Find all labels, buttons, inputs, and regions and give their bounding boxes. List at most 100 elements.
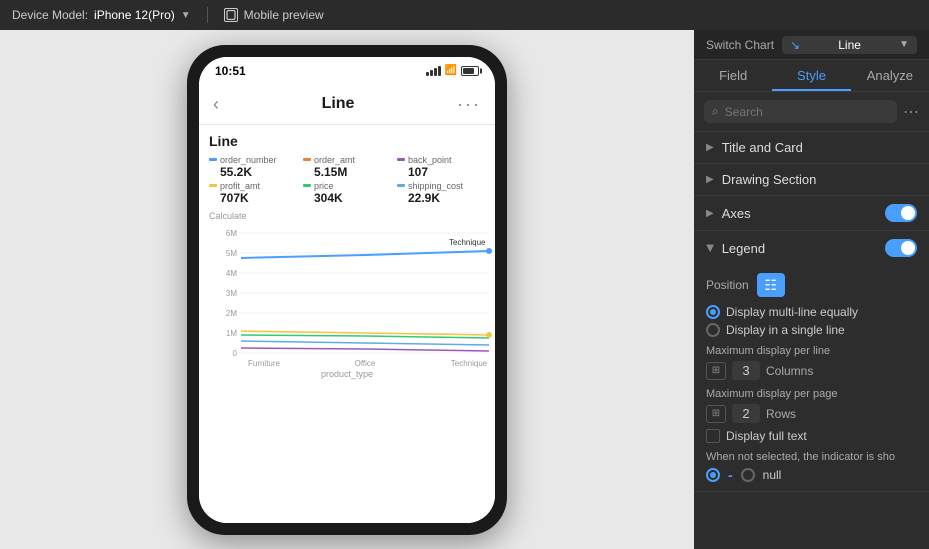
phone-screen: 10:51 📶 [199, 57, 495, 523]
radio-multi-line-label: Display multi-line equally [726, 305, 858, 319]
max-per-line-value[interactable]: 3 [732, 361, 760, 380]
chart-type-chevron: ▼ [899, 39, 909, 50]
wifi-icon: 📶 [445, 65, 457, 76]
phone-chart-title: Line [322, 95, 355, 113]
max-per-page-row: Maximum display per page ⊞ 2 Rows [706, 388, 917, 423]
metric-shipping-cost: shipping_cost 22.9K [397, 181, 485, 205]
title-card-chevron: ▶ [706, 142, 714, 153]
metric-profit-amt: profit_amt 707K [209, 181, 297, 205]
tab-field[interactable]: Field [694, 60, 772, 91]
svg-text:Furniture: Furniture [248, 359, 281, 368]
max-per-line-icon: ⊞ [706, 362, 726, 380]
top-bar: Device Model: iPhone 12(Pro) ▼ Mobile pr… [0, 0, 929, 30]
device-chevron-icon[interactable]: ▼ [181, 10, 191, 21]
svg-text:5M: 5M [226, 249, 237, 258]
position-icon: ☷ [764, 277, 777, 294]
svg-text:Office: Office [355, 359, 376, 368]
max-per-page-control: ⊞ 2 Rows [706, 404, 917, 423]
line-chart: 6M 5M 4M 3M 2M 1M 0 [209, 223, 485, 363]
back-button[interactable]: ‹ [213, 94, 219, 115]
max-per-line-unit: Columns [766, 364, 813, 378]
chart-type-select[interactable]: ↘ Line ▼ [782, 36, 917, 54]
svg-text:6M: 6M [226, 229, 237, 238]
search-input[interactable] [725, 105, 889, 119]
tab-analyze[interactable]: Analyze [851, 60, 929, 91]
radio-multi-line-button[interactable] [706, 305, 720, 319]
battery-icon [461, 66, 479, 76]
radio-single-line-label: Display in a single line [726, 323, 845, 337]
max-per-line-label: Maximum display per line [706, 345, 917, 357]
title-card-section[interactable]: ▶ Title and Card [694, 132, 929, 164]
indicator-radio[interactable] [706, 468, 720, 482]
style-tabs: Field Style Analyze [694, 60, 929, 92]
search-row: ⌕ ⋯ [694, 92, 929, 132]
tab-style[interactable]: Style [772, 60, 850, 91]
device-model-label: Device Model: [12, 8, 88, 22]
chart-container: Line order_number 55.2K o [199, 125, 495, 523]
max-per-page-icon: ⊞ [706, 405, 726, 423]
display-full-text-checkbox[interactable] [706, 429, 720, 443]
legend-chevron: ▶ [704, 244, 715, 252]
radio-multi-line[interactable]: Display multi-line equally [706, 305, 917, 319]
drawing-section-label: Drawing Section [722, 172, 917, 187]
device-model-value: iPhone 12(Pro) [94, 8, 175, 22]
phone-header: ‹ Line ··· [199, 85, 495, 125]
legend-section: ▶ Legend Position ☷ Display multi-line e… [694, 231, 929, 492]
signal-icon [426, 66, 441, 76]
title-card-label: Title and Card [722, 140, 917, 155]
search-icon: ⌕ [712, 104, 719, 119]
svg-text:4M: 4M [226, 269, 237, 278]
more-options-button[interactable]: ··· [457, 94, 481, 115]
metric-back-point: back_point 107 [397, 155, 485, 179]
mobile-preview-label: Mobile preview [244, 8, 324, 22]
search-box[interactable]: ⌕ [704, 100, 897, 123]
main-content: 10:51 📶 [0, 30, 929, 549]
switch-chart-label: Switch Chart [706, 38, 774, 52]
legend-section-header[interactable]: ▶ Legend [694, 231, 929, 265]
line-chart-icon: ↘ [790, 38, 800, 52]
svg-text:Technique: Technique [449, 238, 486, 247]
when-not-selected-label: When not selected, the indicator is sho [706, 451, 917, 463]
status-icons: 📶 [426, 65, 479, 76]
indicator-null-radio[interactable] [741, 468, 755, 482]
indicator-row: - null [706, 467, 917, 483]
indicator-null-label: null [763, 468, 782, 482]
chart-type-value: Line [838, 38, 861, 52]
legend-label: Legend [722, 241, 885, 256]
svg-text:Technique: Technique [451, 359, 488, 368]
axes-toggle[interactable] [885, 204, 917, 222]
status-time: 10:51 [215, 64, 246, 78]
display-full-text-row[interactable]: Display full text [706, 429, 917, 443]
axes-chevron: ▶ [706, 208, 714, 219]
max-per-page-unit: Rows [766, 407, 796, 421]
max-per-line-row: Maximum display per line ⊞ 3 Columns [706, 345, 917, 380]
max-per-page-value[interactable]: 2 [732, 404, 760, 423]
axes-section[interactable]: ▶ Axes [694, 196, 929, 231]
drawing-section-chevron: ▶ [706, 174, 714, 185]
legend-toggle[interactable] [885, 239, 917, 257]
x-axis-label: product_type [209, 369, 485, 379]
svg-text:1M: 1M [226, 329, 237, 338]
phone-status-bar: 10:51 📶 [199, 57, 495, 85]
metric-order-number: order_number 55.2K [209, 155, 297, 179]
drawing-section[interactable]: ▶ Drawing Section [694, 164, 929, 196]
radio-single-line[interactable]: Display in a single line [706, 323, 917, 337]
mobile-icon [224, 8, 238, 22]
max-per-page-label: Maximum display per page [706, 388, 917, 400]
right-panel: Switch Chart ↘ Line ▼ Field Style Analyz… [694, 30, 929, 549]
search-more-icon[interactable]: ⋯ [903, 102, 919, 122]
metric-order-amt: order_amt 5.15M [303, 155, 391, 179]
phone-mockup: 10:51 📶 [187, 45, 507, 535]
radio-single-line-button[interactable] [706, 323, 720, 337]
legend-settings: Position ☷ Display multi-line equally Di… [694, 265, 929, 492]
metric-price: price 304K [303, 181, 391, 205]
metrics-legend: order_number 55.2K order_amt 5.15M [209, 155, 485, 205]
svg-text:3M: 3M [226, 289, 237, 298]
display-full-text-label: Display full text [726, 429, 807, 443]
position-button[interactable]: ☷ [757, 273, 785, 297]
position-label: Position [706, 278, 749, 292]
indicator-dash: - [728, 467, 733, 483]
mobile-preview-section[interactable]: Mobile preview [224, 8, 324, 22]
svg-text:0: 0 [233, 349, 238, 358]
data-title: Line [209, 133, 485, 149]
